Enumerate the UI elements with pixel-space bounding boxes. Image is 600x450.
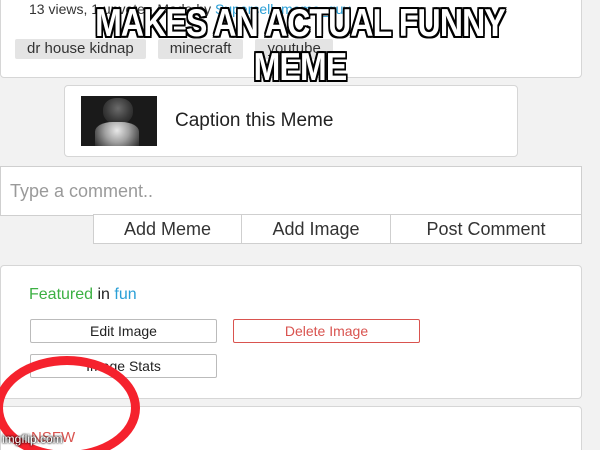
caption-this-meme-label: Caption this Meme — [175, 110, 334, 131]
comment-box — [0, 166, 582, 216]
delete-image-button[interactable]: Delete Image — [233, 319, 420, 343]
stream-link[interactable]: fun — [114, 286, 136, 303]
post-comment-button[interactable]: Post Comment — [391, 214, 582, 244]
add-image-button[interactable]: Add Image — [242, 214, 391, 244]
featured-joiner: in — [97, 286, 110, 303]
add-meme-button[interactable]: Add Meme — [93, 214, 242, 244]
meme-canvas: 13 views, 1 upvote · Made by Supercell_m… — [0, 0, 600, 450]
imgflip-watermark: imgflip.com — [2, 432, 63, 446]
meme-top-caption: MAKES AN ACTUAL FUNNY MEME — [95, 2, 506, 89]
thumbnail-face-bottom — [95, 122, 139, 146]
featured-label: Featured — [29, 286, 94, 303]
template-thumbnail — [81, 96, 157, 146]
comment-action-row: Add Meme Add Image Post Comment — [93, 214, 582, 244]
edit-image-button[interactable]: Edit Image — [30, 319, 217, 343]
featured-line: Featured in fun — [29, 286, 137, 304]
caption-this-meme-button[interactable]: Caption this Meme — [64, 85, 518, 157]
comment-input[interactable] — [8, 173, 572, 209]
thumbnail-face-top — [103, 98, 133, 124]
